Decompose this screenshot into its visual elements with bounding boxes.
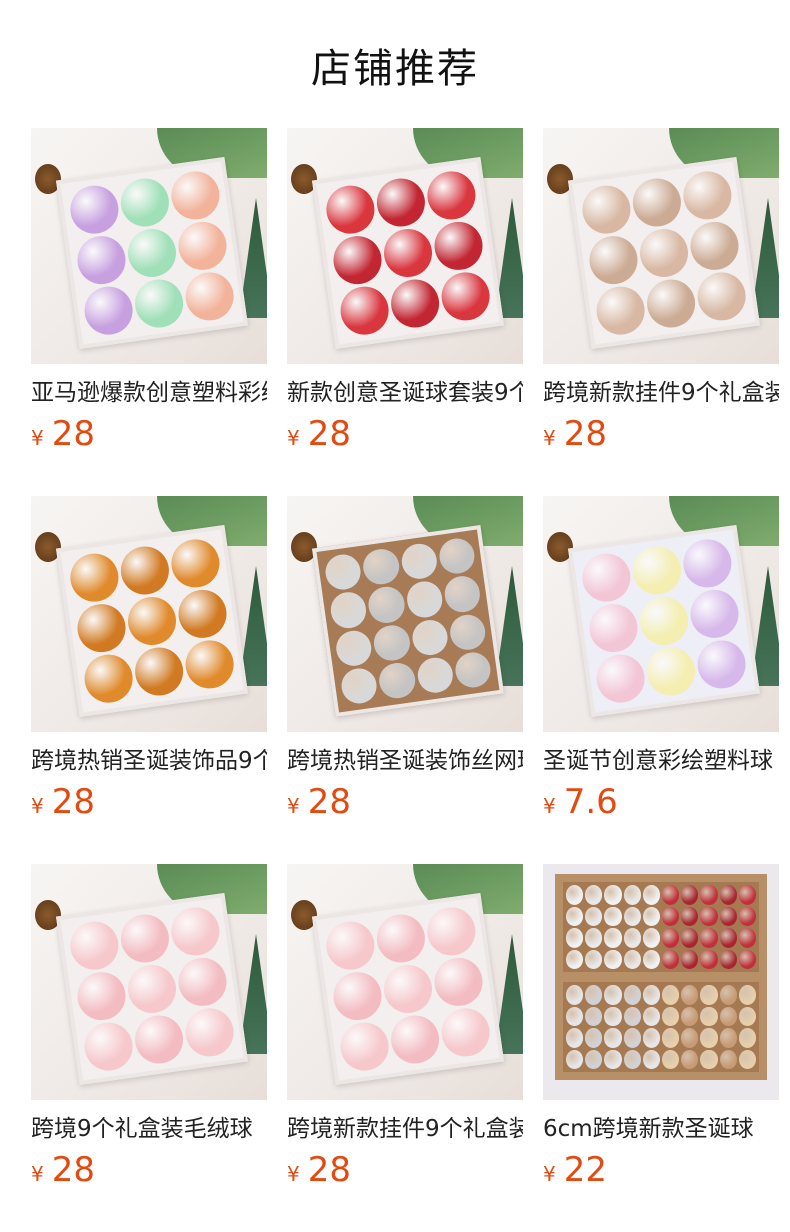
product-name[interactable]: 跨境热销圣诞装饰丝网球: [287, 746, 523, 776]
price-value: 28: [307, 414, 351, 454]
product-image[interactable]: [543, 864, 779, 1100]
product-price: ¥22: [543, 1150, 779, 1196]
product-image[interactable]: [287, 496, 523, 732]
product-image[interactable]: [287, 128, 523, 364]
product-price: ¥28: [31, 782, 267, 828]
product-image[interactable]: [31, 128, 267, 364]
currency-symbol: ¥: [543, 426, 556, 450]
price-value: 28: [51, 414, 95, 454]
price-value: 28: [51, 782, 95, 822]
product-card[interactable]: 6cm跨境新款圣诞球 ¥22: [543, 864, 779, 1196]
product-card[interactable]: 跨境热销圣诞装饰品9个 ¥28: [31, 496, 267, 828]
product-name[interactable]: 跨境新款挂件9个礼盒装: [287, 1114, 523, 1144]
currency-symbol: ¥: [287, 426, 300, 450]
product-image[interactable]: [31, 496, 267, 732]
product-price: ¥28: [287, 1150, 523, 1196]
currency-symbol: ¥: [31, 426, 44, 450]
product-image[interactable]: [543, 128, 779, 364]
product-image[interactable]: [543, 496, 779, 732]
product-price: ¥28: [31, 1150, 267, 1196]
product-card[interactable]: 圣诞节创意彩绘塑料球 ¥7.6: [543, 496, 779, 828]
product-price: ¥28: [287, 414, 523, 460]
product-name[interactable]: 6cm跨境新款圣诞球: [543, 1114, 779, 1144]
product-image[interactable]: [31, 864, 267, 1100]
product-name[interactable]: 新款创意圣诞球套装9个: [287, 378, 523, 408]
product-price: ¥28: [543, 414, 779, 460]
product-name[interactable]: 亚马逊爆款创意塑料彩绘圣诞球: [31, 378, 267, 408]
price-value: 28: [307, 1150, 351, 1190]
product-card[interactable]: 亚马逊爆款创意塑料彩绘圣诞球 ¥28: [31, 128, 267, 460]
product-name[interactable]: 跨境9个礼盒装毛绒球: [31, 1114, 267, 1144]
currency-symbol: ¥: [543, 794, 556, 818]
price-value: 7.6: [563, 782, 618, 822]
currency-symbol: ¥: [31, 794, 44, 818]
price-value: 28: [307, 782, 351, 822]
product-name[interactable]: 圣诞节创意彩绘塑料球: [543, 746, 779, 776]
currency-symbol: ¥: [31, 1162, 44, 1186]
product-card[interactable]: 跨境新款挂件9个礼盒装 ¥28: [287, 864, 523, 1196]
section-title: 店铺推荐: [311, 46, 479, 92]
product-name[interactable]: 跨境热销圣诞装饰品9个: [31, 746, 267, 776]
product-price: ¥7.6: [543, 782, 779, 828]
product-card[interactable]: 跨境9个礼盒装毛绒球 ¥28: [31, 864, 267, 1196]
product-card[interactable]: 新款创意圣诞球套装9个 ¥28: [287, 128, 523, 460]
price-value: 28: [563, 414, 607, 454]
product-price: ¥28: [287, 782, 523, 828]
price-value: 28: [51, 1150, 95, 1190]
product-card[interactable]: 跨境热销圣诞装饰丝网球 ¥28: [287, 496, 523, 828]
product-name[interactable]: 跨境新款挂件9个礼盒装: [543, 378, 779, 408]
currency-symbol: ¥: [287, 1162, 300, 1186]
product-image[interactable]: [287, 864, 523, 1100]
product-price: ¥28: [31, 414, 267, 460]
price-value: 22: [563, 1150, 607, 1190]
currency-symbol: ¥: [543, 1162, 556, 1186]
currency-symbol: ¥: [287, 794, 300, 818]
product-card[interactable]: 跨境新款挂件9个礼盒装 ¥28: [543, 128, 779, 460]
